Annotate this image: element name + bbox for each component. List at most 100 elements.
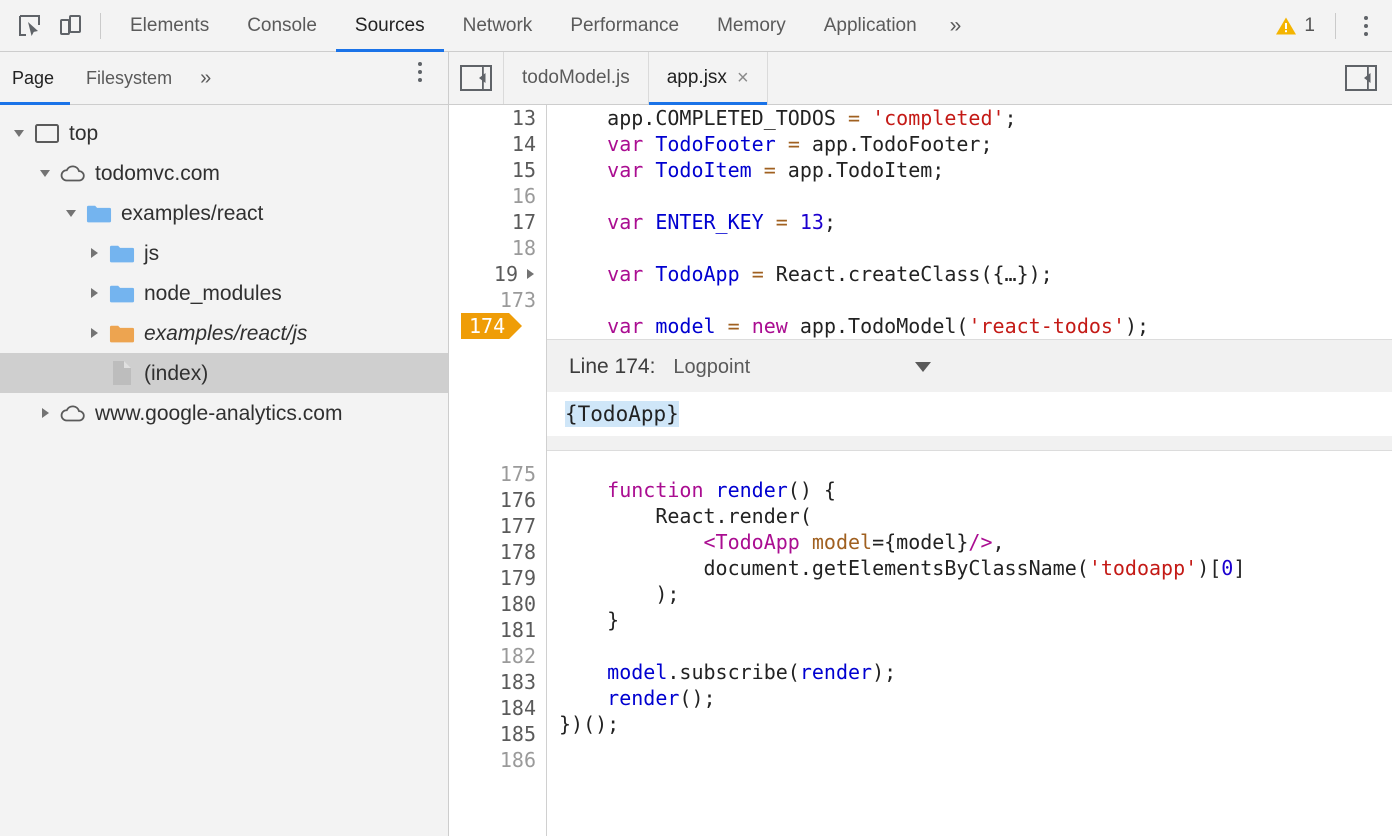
line-number[interactable]: 176	[449, 487, 546, 513]
chevron-right-icon[interactable]	[85, 244, 103, 262]
fold-expand-icon[interactable]	[527, 269, 534, 279]
tab-console[interactable]: Console	[228, 0, 336, 52]
line-number[interactable]: 183	[449, 669, 546, 695]
device-toolbar-icon[interactable]	[50, 6, 90, 46]
tree-item-google-analytics[interactable]: www.google-analytics.com	[0, 393, 448, 433]
code-lines-after-logpoint: function render() { React.render( <TodoA…	[547, 451, 1392, 763]
logpoint-expression-field[interactable]: {TodoApp}	[547, 392, 1392, 436]
line-number[interactable]: 182	[449, 643, 546, 669]
inspect-element-icon[interactable]	[10, 6, 50, 46]
file-tab-app-jsx[interactable]: app.jsx ×	[648, 52, 767, 104]
tree-item-examples-react-js[interactable]: examples/react/js	[0, 313, 448, 353]
tab-memory[interactable]: Memory	[698, 0, 805, 52]
file-tab-label: todoModel.js	[522, 67, 630, 89]
code-line-181[interactable]: }	[547, 607, 1392, 633]
line-number[interactable]: 185	[449, 721, 546, 747]
code-line-13[interactable]: app.COMPLETED_TODOS = 'completed';	[547, 105, 1392, 131]
tree-item-top[interactable]: top	[0, 113, 448, 153]
chevron-down-icon[interactable]	[10, 124, 28, 142]
line-number[interactable]: 181	[449, 617, 546, 643]
code-line-173[interactable]	[547, 287, 1392, 313]
code-line-183[interactable]: model.subscribe(render);	[547, 659, 1392, 685]
code-editor[interactable]: 13 14 15 16 17 18 19 173 174	[449, 105, 1392, 836]
file-tab-todomodel[interactable]: todoModel.js	[503, 52, 648, 104]
line-number[interactable]: 177	[449, 513, 546, 539]
tree-item-todomvc[interactable]: todomvc.com	[0, 153, 448, 193]
line-number[interactable]: 14	[449, 131, 546, 157]
more-options-icon[interactable]	[1346, 6, 1386, 46]
tree-item-js[interactable]: js	[0, 233, 448, 273]
tab-sources[interactable]: Sources	[336, 0, 444, 52]
code-line-175[interactable]	[547, 451, 1392, 477]
code-line-15[interactable]: var TodoItem = app.TodoItem;	[547, 157, 1392, 183]
panel-tabs: Elements Console Sources Network Perform…	[111, 0, 1265, 52]
chevron-right-icon[interactable]	[36, 404, 54, 422]
chevron-down-icon[interactable]	[915, 362, 931, 372]
close-icon[interactable]: ×	[737, 68, 749, 88]
more-tabs-icon[interactable]: »	[936, 0, 976, 52]
line-number[interactable]: 184	[449, 695, 546, 721]
code-line-186[interactable]	[547, 737, 1392, 763]
logpoint-editor-widget[interactable]: Line 174: Logpoint {TodoApp}	[547, 339, 1392, 451]
line-number[interactable]: 180	[449, 591, 546, 617]
logpoint-expression-value[interactable]: {TodoApp}	[565, 401, 679, 427]
tab-application[interactable]: Application	[805, 0, 936, 52]
breakpoint-marker[interactable]: 174	[461, 313, 509, 339]
code-line-18[interactable]	[547, 235, 1392, 261]
tab-performance[interactable]: Performance	[551, 0, 698, 52]
chevron-right-icon[interactable]	[85, 284, 103, 302]
line-number[interactable]: 13	[449, 105, 546, 131]
navigator-more-tabs-icon[interactable]: »	[188, 52, 223, 104]
code-line-17[interactable]: var ENTER_KEY = 13;	[547, 209, 1392, 235]
code-line-19[interactable]: var TodoApp = React.createClass({…});	[547, 261, 1392, 287]
code-line-185[interactable]: })();	[547, 711, 1392, 737]
tree-item-label: todomvc.com	[95, 163, 220, 184]
code-line-174[interactable]: var model = new app.TodoModel('react-tod…	[547, 313, 1392, 339]
warning-badge[interactable]: 1	[1265, 15, 1325, 37]
line-number[interactable]: 179	[449, 565, 546, 591]
file-tab-label: app.jsx	[667, 67, 727, 89]
line-number[interactable]: 16	[449, 183, 546, 209]
tree-item-label: (index)	[144, 363, 208, 384]
code-line-14[interactable]: var TodoFooter = app.TodoFooter;	[547, 131, 1392, 157]
line-number[interactable]: 186	[449, 747, 546, 773]
line-number[interactable]: 19	[449, 261, 546, 287]
line-number-breakpoint[interactable]: 174	[449, 313, 546, 339]
tab-network[interactable]: Network	[444, 0, 552, 52]
code-line-177[interactable]: React.render(	[547, 503, 1392, 529]
line-number[interactable]: 17	[449, 209, 546, 235]
code-content[interactable]: app.COMPLETED_TODOS = 'completed'; var T…	[547, 105, 1392, 836]
code-line-184[interactable]: render();	[547, 685, 1392, 711]
line-number[interactable]: 175	[449, 461, 546, 487]
toolbar-divider	[100, 13, 101, 39]
code-line-176[interactable]: function render() {	[547, 477, 1392, 503]
tree-item-examples-react[interactable]: examples/react	[0, 193, 448, 233]
code-line-180[interactable]: );	[547, 581, 1392, 607]
nav-tab-page[interactable]: Page	[0, 52, 70, 104]
code-line-178[interactable]: <TodoApp model={model}/>,	[547, 529, 1392, 555]
tab-elements[interactable]: Elements	[111, 0, 228, 52]
cloud-icon	[60, 401, 86, 425]
line-number[interactable]: 173	[449, 287, 546, 313]
code-line-16[interactable]	[547, 183, 1392, 209]
navigator-more-options-icon[interactable]	[400, 52, 440, 92]
tree-item-index[interactable]: (index)	[0, 353, 448, 393]
line-number-gutter[interactable]: 13 14 15 16 17 18 19 173 174	[449, 105, 547, 836]
collapse-sidebar-icon[interactable]	[1330, 52, 1392, 104]
tree-item-node-modules[interactable]: node_modules	[0, 273, 448, 313]
logpoint-line-label: Line 174:	[569, 355, 655, 379]
show-navigator-icon[interactable]	[449, 52, 503, 104]
line-number[interactable]: 178	[449, 539, 546, 565]
chevron-down-icon[interactable]	[62, 204, 80, 222]
line-number[interactable]: 18	[449, 235, 546, 261]
line-number[interactable]: 15	[449, 157, 546, 183]
tree-item-label: node_modules	[144, 283, 282, 304]
warning-count: 1	[1304, 15, 1315, 37]
chevron-down-icon[interactable]	[36, 164, 54, 182]
code-line-179[interactable]: document.getElementsByClassName('todoapp…	[547, 555, 1392, 581]
chevron-right-icon[interactable]	[85, 324, 103, 342]
tree-item-label: examples/react/js	[144, 323, 307, 344]
logpoint-type-select[interactable]: Logpoint	[673, 356, 937, 379]
nav-tab-filesystem[interactable]: Filesystem	[70, 52, 188, 104]
code-line-182[interactable]	[547, 633, 1392, 659]
